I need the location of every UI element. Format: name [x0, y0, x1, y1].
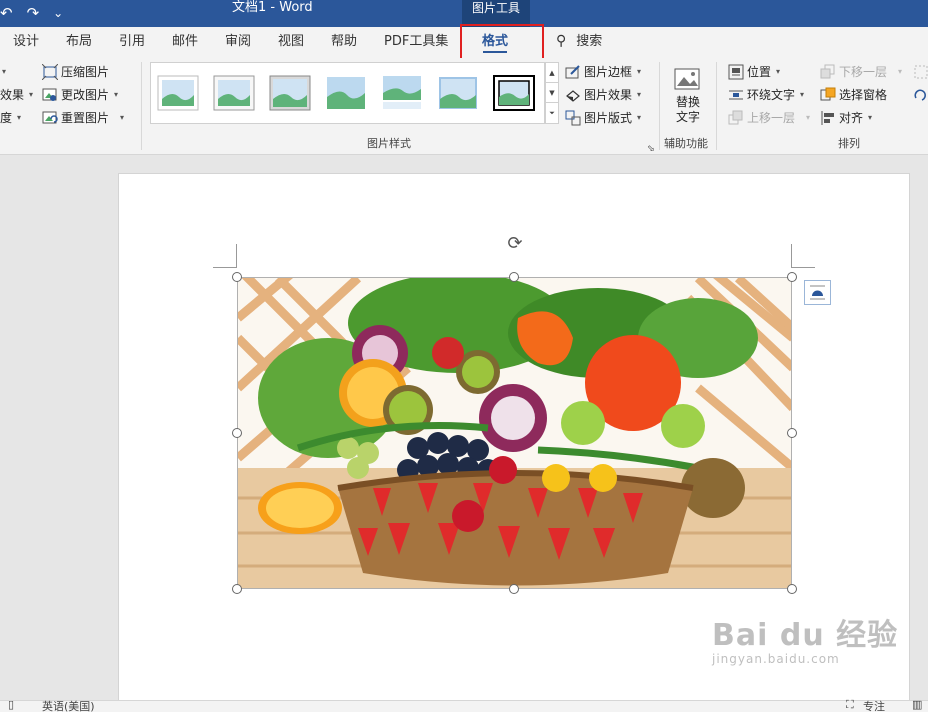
position-icon — [728, 64, 744, 80]
margin-mark — [791, 267, 815, 268]
quick-access-toolbar: ↶ ↷ ⌄ — [0, 3, 63, 23]
alt-text-icon — [673, 66, 703, 94]
undo-icon[interactable]: ↶ — [0, 3, 13, 23]
selection-pane-button[interactable]: 选择窗格 — [820, 85, 887, 105]
margin-mark — [791, 244, 792, 268]
customize-qat-icon[interactable]: ⌄ — [53, 3, 63, 23]
picture-layout-button[interactable]: 图片版式 ▾ — [565, 108, 641, 128]
artistic-effects-button[interactable]: 效果 ▾ — [0, 85, 33, 105]
position-button[interactable]: 位置 ▾ — [728, 62, 780, 82]
tab-mailings[interactable]: 邮件 — [172, 27, 198, 58]
picture-border-icon — [565, 64, 581, 80]
picture-styles-gallery — [150, 62, 545, 124]
gallery-scroll-down-icon[interactable]: ▼ — [546, 83, 558, 103]
picture-effects-icon — [565, 87, 581, 103]
picture-style-simple-frame[interactable] — [157, 75, 199, 111]
selection-pane-icon — [820, 87, 836, 103]
change-picture-icon — [42, 87, 58, 103]
group-separator — [141, 62, 142, 150]
group-separator — [716, 62, 717, 150]
rotate-objects-icon[interactable] — [914, 85, 928, 105]
group-separator — [659, 62, 660, 150]
tell-me-search[interactable]: ⚲ 搜索 — [556, 27, 602, 58]
gallery-scroll-up-icon[interactable]: ▲ — [546, 63, 558, 83]
alt-text-button[interactable]: 替换 文字 — [668, 64, 708, 130]
bring-forward-icon — [728, 110, 744, 126]
baidu-jingyan-watermark: Bai du 经验 jingyan.baidu.com — [712, 618, 899, 666]
resize-handle-right[interactable] — [787, 428, 797, 438]
change-picture-button[interactable]: 更改图片 ▾ — [42, 85, 118, 105]
picture-style-reflected[interactable] — [381, 75, 423, 111]
margin-mark — [213, 267, 237, 268]
picture-border-button[interactable]: 图片边框 ▾ — [565, 62, 641, 82]
picture-tools-context-tab: 图片工具 — [462, 0, 530, 27]
tab-design[interactable]: 设计 — [13, 27, 39, 58]
group-objects-icon[interactable] — [914, 62, 928, 82]
wrap-text-button[interactable]: 环绕文字 ▾ — [728, 85, 804, 105]
resize-handle-top-left[interactable] — [232, 272, 242, 282]
tab-help[interactable]: 帮助 — [331, 27, 357, 58]
tab-review[interactable]: 审阅 — [225, 27, 251, 58]
bring-forward-button[interactable]: 上移一层 ▾ — [728, 108, 810, 128]
tab-view[interactable]: 视图 — [278, 27, 304, 58]
arrange-group-label: 排列 — [838, 137, 860, 150]
picture-style-metal-frame[interactable] — [269, 75, 311, 111]
picture-styles-group-label: 图片样式 — [367, 137, 411, 150]
selected-picture-fruits-vegetables[interactable] — [237, 277, 792, 589]
redo-icon[interactable]: ↷ — [27, 3, 40, 23]
tab-references[interactable]: 引用 — [119, 27, 145, 58]
margin-mark — [236, 244, 237, 268]
status-bar: ▯ 英语(美国) ⛶ 专注 ▥ — [0, 698, 928, 712]
title-bar: ↶ ↷ ⌄ 文档1 - Word 图片工具 — [0, 0, 928, 27]
send-backward-button[interactable]: 下移一层 ▾ — [820, 62, 902, 82]
focus-mode-label[interactable]: 专注 — [863, 698, 885, 712]
wrap-text-icon — [728, 87, 744, 103]
ribbon-body: ▾ 效果 ▾ 度 ▾ 压缩图片 更改图片 ▾ 重置图片 ▾ ▲ ▼ ⏷ 图片边框… — [0, 58, 928, 155]
gallery-more-icon[interactable]: ⏷ — [546, 103, 558, 123]
picture-effects-button[interactable]: 图片效果 ▾ — [565, 85, 641, 105]
focus-mode-icon[interactable]: ⛶ — [846, 698, 854, 712]
compress-pictures-button[interactable]: 压缩图片 — [41, 62, 109, 82]
picture-style-beveled[interactable] — [213, 75, 255, 111]
reset-picture-button[interactable]: 重置图片 ▾ — [42, 108, 124, 128]
read-mode-icon[interactable]: ▥ — [912, 698, 922, 711]
layout-options-icon — [810, 285, 825, 300]
language-indicator[interactable]: 英语(美国) — [42, 698, 95, 712]
tab-layout[interactable]: 布局 — [66, 27, 92, 58]
reset-picture-icon — [42, 110, 58, 126]
fruit-basket-illustration — [238, 278, 791, 588]
resize-handle-top[interactable] — [509, 272, 519, 282]
layout-options-button[interactable] — [804, 280, 831, 305]
accessibility-group-label: 辅助功能 — [664, 137, 708, 150]
picture-layout-icon — [565, 110, 581, 126]
proofing-icon[interactable]: ▯ — [8, 698, 14, 711]
rotate-handle-icon[interactable]: ⟳ — [504, 233, 526, 255]
resize-handle-top-right[interactable] — [787, 272, 797, 282]
tell-me-label: 搜索 — [576, 34, 603, 49]
alt-text-label: 替换 文字 — [675, 95, 700, 124]
resize-handle-bottom[interactable] — [509, 584, 519, 594]
resize-handle-bottom-left[interactable] — [232, 584, 242, 594]
picture-style-glow[interactable] — [437, 75, 479, 111]
search-icon: ⚲ — [556, 33, 567, 49]
compress-pictures-icon — [41, 63, 59, 81]
resize-handle-left[interactable] — [232, 428, 242, 438]
document-title: 文档1 - Word — [232, 0, 313, 15]
align-icon — [820, 110, 836, 126]
gallery-scroll: ▲ ▼ ⏷ — [545, 62, 559, 124]
send-backward-icon — [820, 64, 836, 80]
tab-pdf-tools[interactable]: PDF工具集 — [384, 27, 448, 58]
picture-style-thick-black-frame[interactable] — [493, 75, 535, 111]
resize-handle-bottom-right[interactable] — [787, 584, 797, 594]
transparency-button[interactable]: 度 ▾ — [0, 108, 21, 128]
adjust-chevron-icon[interactable]: ▾ — [0, 62, 6, 82]
align-button[interactable]: 对齐 ▾ — [820, 108, 872, 128]
picture-style-soft-edge[interactable] — [325, 75, 367, 111]
